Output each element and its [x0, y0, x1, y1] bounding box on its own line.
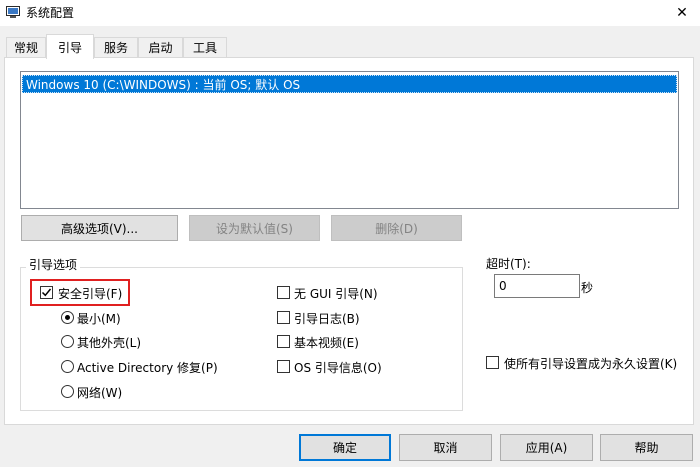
radio-alternate-shell[interactable]: [61, 335, 74, 348]
os-list[interactable]: Windows 10 (C:\WINDOWS) : 当前 OS; 默认 OS: [20, 71, 679, 209]
close-button[interactable]: ✕: [664, 0, 700, 26]
title-bar: [0, 0, 700, 26]
set-default-button[interactable]: 设为默认值(S): [189, 215, 320, 241]
apply-button[interactable]: 应用(A): [500, 434, 593, 461]
timeout-unit: 秒: [581, 281, 594, 295]
tab-label: 工具: [192, 41, 217, 55]
boot-log-label[interactable]: 引导日志(B): [294, 310, 360, 327]
os-boot-info-label[interactable]: OS 引导信息(O): [294, 359, 382, 376]
tab-startup[interactable]: 启动: [138, 37, 183, 57]
radio-ad-repair[interactable]: [61, 360, 74, 373]
tab-label: 服务: [103, 41, 128, 55]
safe-boot-checkbox[interactable]: [40, 286, 53, 299]
tab-label: 常规: [13, 41, 38, 55]
base-video-checkbox[interactable]: [277, 335, 290, 348]
boot-options-title: 引导选项: [26, 256, 81, 273]
safe-boot-label[interactable]: 安全引导(F): [58, 285, 122, 302]
radio-network[interactable]: [61, 385, 74, 398]
close-icon: ✕: [676, 5, 688, 21]
boot-log-checkbox[interactable]: [277, 311, 290, 324]
radio-ad-repair-label[interactable]: Active Directory 修复(P): [77, 359, 218, 376]
tab-label: 启动: [148, 41, 173, 55]
timeout-input[interactable]: 0: [494, 274, 580, 298]
base-video-label[interactable]: 基本视频(E): [294, 334, 359, 351]
ok-button[interactable]: 确定: [299, 434, 391, 461]
radio-minimal[interactable]: [61, 311, 74, 324]
radio-network-label[interactable]: 网络(W): [77, 384, 122, 401]
tab-label: 引导: [57, 40, 82, 55]
delete-button[interactable]: 删除(D): [331, 215, 462, 241]
msconfig-app-icon: [6, 6, 20, 18]
no-gui-boot-label[interactable]: 无 GUI 引导(N): [294, 285, 378, 302]
tab-boot[interactable]: 引导: [46, 34, 94, 59]
radio-minimal-label[interactable]: 最小(M): [77, 310, 121, 327]
os-boot-info-checkbox[interactable]: [277, 360, 290, 373]
window-title: 系统配置: [26, 6, 75, 20]
help-button[interactable]: 帮助: [600, 434, 693, 461]
make-permanent-checkbox[interactable]: [486, 356, 499, 369]
checkmark-icon: [41, 288, 52, 297]
timeout-label: 超时(T):: [486, 257, 531, 271]
make-permanent-label[interactable]: 使所有引导设置成为永久设置(K): [504, 355, 677, 372]
tab-general[interactable]: 常规: [6, 37, 46, 57]
no-gui-boot-checkbox[interactable]: [277, 286, 290, 299]
radio-alternate-shell-label[interactable]: 其他外壳(L): [77, 334, 141, 351]
tab-services[interactable]: 服务: [94, 37, 138, 57]
cancel-button[interactable]: 取消: [399, 434, 492, 461]
os-list-item[interactable]: Windows 10 (C:\WINDOWS) : 当前 OS; 默认 OS: [22, 75, 677, 93]
advanced-options-button[interactable]: 高级选项(V)...: [21, 215, 178, 241]
radio-selected-dot: [65, 315, 70, 320]
tab-tools[interactable]: 工具: [183, 37, 227, 57]
